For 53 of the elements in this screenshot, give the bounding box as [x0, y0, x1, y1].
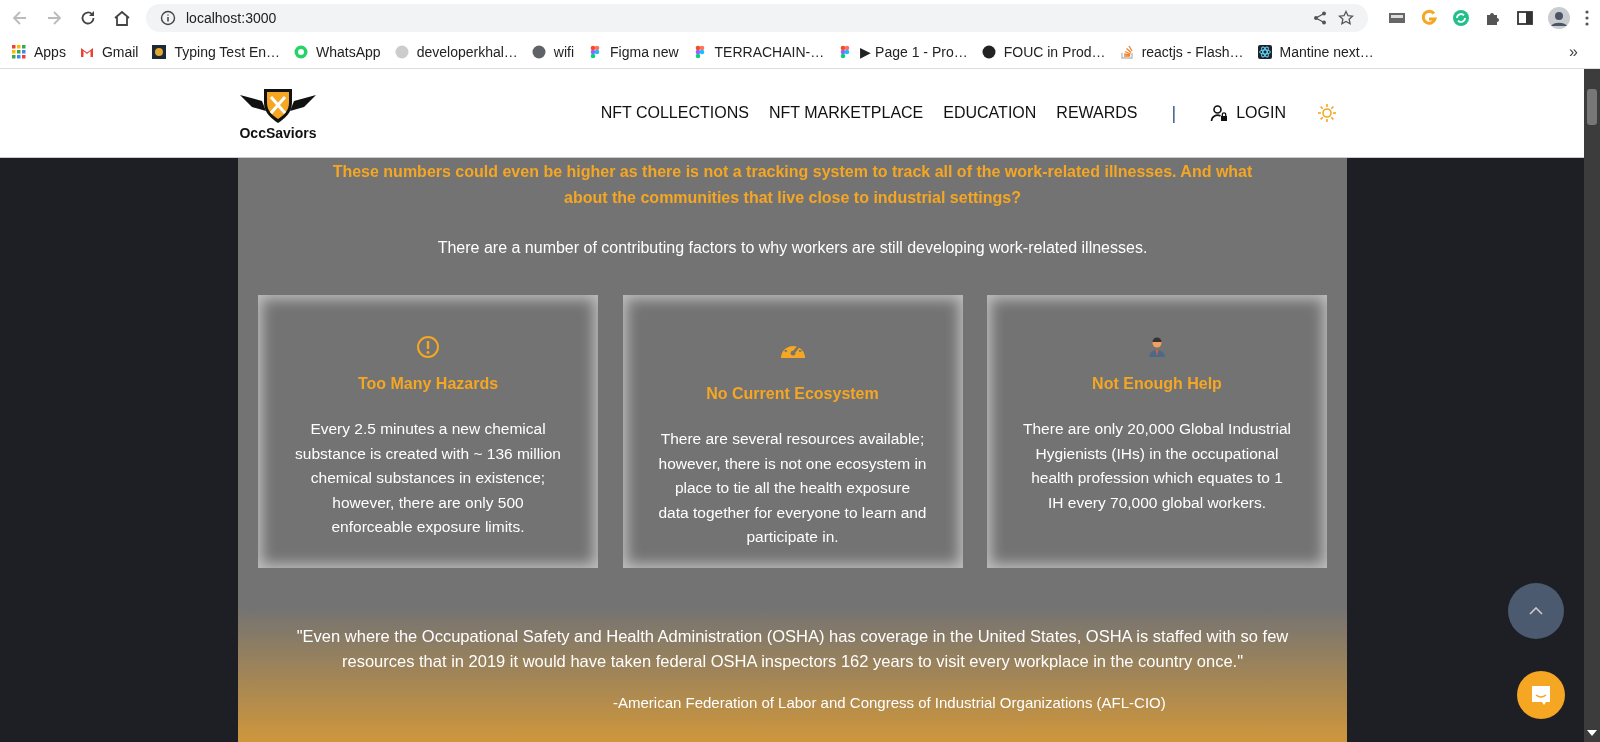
- nav-link[interactable]: REWARDS: [1056, 104, 1138, 122]
- scrollbar-thumb[interactable]: [1587, 89, 1597, 125]
- nav-link[interactable]: NFT COLLECTIONS: [600, 104, 749, 122]
- quote-source: -American Federation of Labor and Congress of Industrial Organizations (AFL-CIO): [613, 694, 1167, 711]
- scrollbar[interactable]: [1584, 69, 1600, 742]
- github-icon: [981, 44, 996, 59]
- globe-icon: [531, 44, 546, 59]
- apps-grid-icon: [12, 44, 26, 59]
- stack-icon: [1119, 44, 1134, 59]
- card-text: There are only 20,000 Global Industrial Hygienists (IHs) in the occupational health profession which equates to 1 IH every 70,000 global workers.: [1022, 419, 1292, 513]
- user-icon: [1210, 104, 1229, 122]
- menu-icon[interactable]: [1584, 8, 1590, 27]
- logo-text: OccSaviors: [239, 125, 317, 141]
- bookmark-item[interactable]: wifi: [531, 43, 575, 60]
- atom-icon: [1257, 44, 1272, 59]
- address-bar[interactable]: localhost:3000: [146, 3, 1368, 32]
- bookmark-item[interactable]: WhatsApp: [294, 43, 381, 60]
- alert-icon: [416, 335, 440, 359]
- card-text: Every 2.5 minutes a new chemical substance is created with ~ 136 million chemical substances in existence; however, there are only 500 enforceable exposure limits.: [294, 419, 562, 537]
- nav-link[interactable]: EDUCATION: [943, 104, 1037, 122]
- avatar-icon[interactable]: [1548, 6, 1570, 29]
- login-link[interactable]: LOGIN: [1210, 104, 1286, 122]
- nav-link[interactable]: NFT MARKETPLACE: [768, 104, 924, 122]
- bookmark-item[interactable]: TERRACHAIN-…: [692, 43, 825, 60]
- card-title: Too Many Hazards: [357, 375, 499, 393]
- scroll-down-icon[interactable]: [1587, 730, 1597, 736]
- share-icon[interactable]: [1312, 9, 1328, 26]
- bookmark-item[interactable]: Figma new: [588, 43, 679, 60]
- highlight-text: These numbers could even be higher as there is not a tracking system to track all of the work-related illnesses. And what about the communities that live close to industrial settings?: [331, 162, 1254, 208]
- chat-icon: [1529, 683, 1553, 707]
- chat-bubble-icon: [294, 44, 309, 59]
- side-panel-icon[interactable]: [1516, 8, 1534, 27]
- chevron-up-icon: [1529, 607, 1543, 615]
- bookmark-item[interactable]: Gmail: [79, 43, 139, 60]
- nav-separator: |: [1171, 102, 1177, 124]
- bookmark-item[interactable]: ▶ Page 1 - Pro…: [838, 43, 968, 60]
- info-icon[interactable]: [160, 9, 176, 26]
- intro-text: There are a number of contributing factors to why workers are still developing work-related illnesses.: [436, 239, 1149, 257]
- bookmark-item[interactable]: FOUC in Prod…: [981, 43, 1106, 60]
- more-bookmarks-button[interactable]: »: [1569, 42, 1578, 61]
- bookmark-item[interactable]: Apps: [12, 43, 66, 60]
- quote-text: "Even where the Occupational Safety and Health Administration (OSHA) has coverage in the United States, OSHA is staffed with so few resources that in 2019 it would have taken federal OSHA inspectors 162 years to visit every workplace in the country once.": [295, 626, 1290, 672]
- bookmark-item[interactable]: reactjs - Flash…: [1119, 43, 1244, 60]
- card-title: No Current Ecosystem: [706, 385, 879, 403]
- bookmark-item[interactable]: Mantine next…: [1257, 43, 1374, 60]
- star-icon[interactable]: [1338, 9, 1354, 26]
- site-icon: [152, 44, 167, 59]
- card-title: Not Enough Help: [1092, 375, 1222, 393]
- site-icon: [394, 44, 409, 59]
- card-text: There are several resources available; however, there is not one ecosystem in place to tie all the health exposure data together for everyone to learn and participate in.: [657, 429, 928, 547]
- chat-button[interactable]: [1517, 671, 1565, 719]
- bookmark-item[interactable]: developerkhal…: [394, 43, 518, 60]
- bookmark-item[interactable]: Typing Test En…: [152, 43, 281, 60]
